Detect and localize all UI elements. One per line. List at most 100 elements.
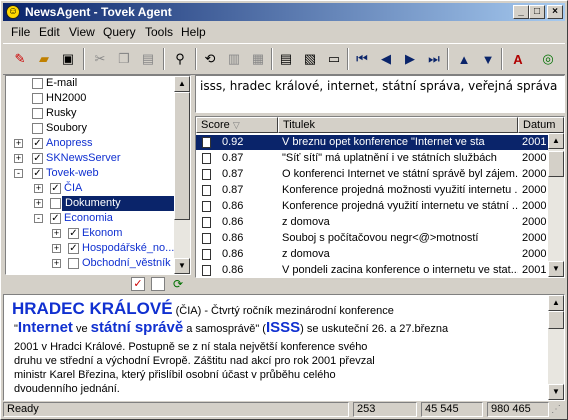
font-icon[interactable]: A — [507, 48, 529, 70]
globe-icon[interactable]: ◎ — [537, 48, 559, 70]
checkbox[interactable] — [50, 198, 61, 209]
expander-toggle[interactable]: + — [14, 154, 23, 163]
tree-item-label: Rusky — [46, 107, 77, 119]
document-view-icon[interactable]: ▧ — [299, 48, 321, 70]
menu-query[interactable]: Query — [103, 25, 136, 39]
scroll-thumb[interactable] — [548, 151, 564, 177]
tree-scrollbar[interactable]: ▲ ▼ — [174, 76, 190, 274]
paste-icon[interactable]: ▤ — [137, 48, 159, 70]
save-icon[interactable]: ▣ — [57, 48, 79, 70]
table-row[interactable]: 0.87 O konferenci Internet ve státní spr… — [196, 167, 548, 182]
menu-help[interactable]: Help — [181, 25, 206, 39]
highlight-term: ISSS — [265, 319, 301, 336]
scroll-down-button[interactable]: ▼ — [174, 258, 190, 274]
date-cell: 2000 — [522, 200, 547, 212]
minimize-button[interactable]: _ — [513, 5, 529, 19]
filter-icon[interactable]: ▥ — [223, 48, 245, 70]
menu-view[interactable]: View — [69, 25, 95, 39]
new-icon[interactable]: ✎ — [9, 48, 31, 70]
menu-edit[interactable]: Edit — [39, 25, 60, 39]
checkbox[interactable]: ✓ — [32, 153, 43, 164]
table-row[interactable]: 0.86 z domova 2000 — [196, 247, 548, 262]
checkbox[interactable]: ✓ — [32, 168, 43, 179]
query-input[interactable]: isss, hradec králové, internet, státní s… — [195, 75, 565, 113]
expander-toggle[interactable]: + — [34, 184, 43, 193]
preview-icon[interactable]: ▭ — [323, 48, 345, 70]
checkbox[interactable]: ✓ — [50, 213, 61, 224]
find-icon[interactable]: ⚲ — [169, 48, 191, 70]
table-row[interactable]: 0.86 z domova 2000 — [196, 215, 548, 230]
checkbox[interactable] — [32, 108, 43, 119]
tree-item-label: Ekonom — [82, 227, 123, 239]
maximize-button[interactable]: □ — [529, 5, 545, 19]
menu-file[interactable]: File — [11, 25, 30, 39]
down-icon[interactable]: ▼ — [477, 48, 499, 70]
source-tree[interactable]: E-mail HN2000 Rusky Soubory + ✓ Anopress… — [5, 75, 191, 275]
open-icon[interactable]: ▰ — [33, 48, 55, 70]
column-score-label: Score — [201, 119, 230, 131]
table-row[interactable]: 0.86 V pondeli zacina konference o inter… — [196, 263, 548, 277]
tree-item-selected[interactable]: + Dokumenty — [6, 196, 176, 211]
scroll-up-button[interactable]: ▲ — [548, 133, 564, 149]
checkbox[interactable]: ✓ — [32, 138, 43, 149]
expander-toggle[interactable]: - — [14, 169, 23, 178]
table-row[interactable]: 0.86 Konference projedná využití interne… — [196, 199, 548, 214]
expander-toggle[interactable]: - — [34, 214, 43, 223]
table-row[interactable]: 0.86 Souboj s počítačovou negr<@>motnost… — [196, 231, 548, 246]
tree-item-label: Anopress — [46, 137, 93, 149]
results-scrollbar[interactable]: ▲ ▼ — [548, 133, 564, 277]
expander-toggle[interactable]: + — [14, 139, 23, 148]
toolbar-separator — [447, 48, 449, 70]
menu-tools[interactable]: Tools — [145, 25, 173, 39]
status-text: Ready — [3, 402, 349, 417]
checkbox[interactable] — [32, 78, 43, 89]
document-icon — [202, 137, 211, 148]
title-cell: O konferenci Internet ve státní správě b… — [282, 168, 518, 180]
preview-scrollbar[interactable]: ▲ ▼ — [548, 295, 564, 400]
expander-toggle[interactable]: + — [52, 229, 61, 238]
splitter[interactable] — [3, 281, 565, 291]
results-list[interactable]: Score ▽ Titulek Datum 0.92 V breznu opet… — [195, 116, 565, 278]
next-icon[interactable]: ▶ — [399, 48, 421, 70]
previous-icon[interactable]: ◀ — [375, 48, 397, 70]
checkbox[interactable]: ✓ — [68, 228, 79, 239]
column-title[interactable]: Titulek — [278, 117, 518, 133]
scroll-thumb[interactable] — [174, 92, 190, 220]
last-icon[interactable]: ⏭ — [423, 48, 445, 70]
scroll-thumb[interactable] — [548, 311, 564, 329]
stats-icon[interactable]: ▦ — [247, 48, 269, 70]
copy-icon[interactable]: ❐ — [113, 48, 135, 70]
checkbox[interactable] — [32, 93, 43, 104]
column-score[interactable]: Score ▽ — [196, 117, 278, 133]
checkbox[interactable]: ✓ — [50, 183, 61, 194]
checkbox[interactable] — [68, 258, 79, 269]
cut-icon[interactable]: ✂ — [89, 48, 111, 70]
document-icon[interactable]: ▤ — [275, 48, 297, 70]
checkbox[interactable] — [32, 123, 43, 134]
score-cell: 0.86 — [222, 232, 244, 244]
date-cell: 2000 — [522, 184, 547, 196]
scroll-down-button[interactable]: ▼ — [548, 384, 564, 400]
scroll-up-button[interactable]: ▲ — [174, 76, 190, 92]
close-button[interactable]: × — [547, 5, 563, 19]
scroll-up-button[interactable]: ▲ — [548, 295, 564, 311]
title-bar[interactable]: ☺ NewsAgent - Tovek Agent _ □ × — [3, 3, 565, 21]
table-row-selected[interactable]: 0.92 V breznu opet konference "Internet … — [196, 135, 548, 150]
scroll-down-button[interactable]: ▼ — [548, 261, 564, 277]
expander-toggle[interactable]: + — [52, 259, 61, 268]
table-row[interactable]: 0.87 "Síť sítí" má uplatnění i ve státní… — [196, 151, 548, 166]
table-row[interactable]: 0.87 Konference projedná možnosti využit… — [196, 183, 548, 198]
expander-toggle[interactable]: + — [52, 244, 61, 253]
title-cell: z domova — [282, 248, 330, 260]
refresh-icon[interactable]: ⟲ — [199, 48, 221, 70]
expander-toggle[interactable]: + — [34, 199, 43, 208]
tree-item-label: SKNewsServer — [46, 152, 121, 164]
tree-item-label: Economia — [64, 212, 113, 224]
checkbox[interactable]: ✓ — [68, 243, 79, 254]
up-icon[interactable]: ▲ — [453, 48, 475, 70]
column-date[interactable]: Datum — [518, 117, 564, 133]
first-icon[interactable]: ⏮ — [351, 48, 373, 70]
app-icon: ☺ — [6, 5, 20, 19]
document-preview[interactable]: HRADEC KRÁLOVÉ (ČIA) - Čtvrtý ročník mez… — [3, 294, 565, 401]
resize-grip-icon[interactable]: ⋰ — [551, 404, 563, 416]
